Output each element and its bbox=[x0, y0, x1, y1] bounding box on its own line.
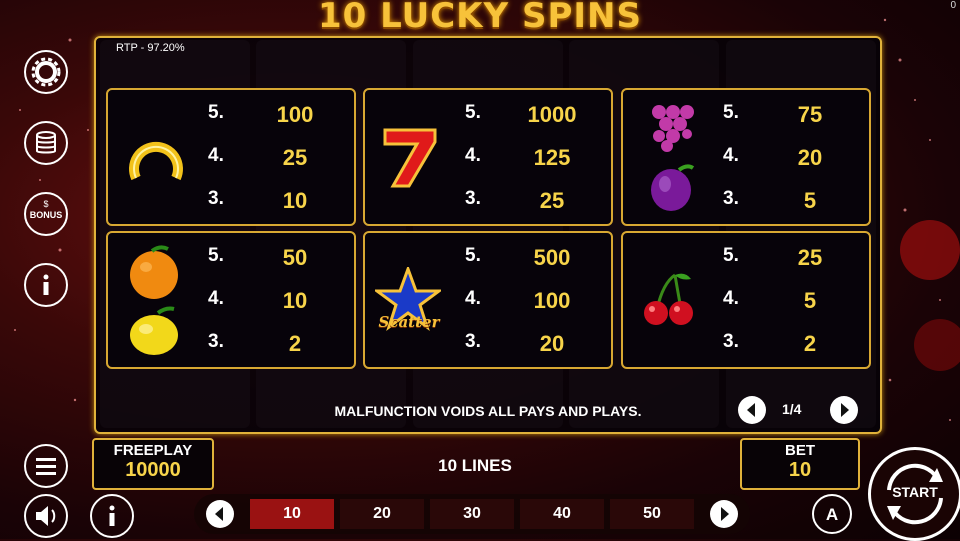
bet-option[interactable]: 10 bbox=[250, 499, 334, 529]
pay-value: 2 bbox=[803, 331, 817, 356]
menu-icon[interactable] bbox=[24, 444, 68, 488]
paytable-panel: RTP - 97.20% 5. 100 4. 25 3. 10 5. 1000 4. 12… bbox=[94, 36, 882, 434]
bet-option[interactable]: 30 bbox=[430, 499, 514, 529]
paytable-cell-seven: 5. 1000 4. 125 3. 25 bbox=[363, 88, 613, 226]
svg-text:$: $ bbox=[43, 199, 48, 209]
pay-count: 4. bbox=[208, 145, 224, 166]
sound-icon[interactable] bbox=[24, 494, 68, 538]
pay-count: 3. bbox=[723, 188, 739, 209]
prev-page-button[interactable] bbox=[738, 396, 766, 424]
corner-value: 0 bbox=[950, 0, 956, 11]
pay-value: 500 bbox=[533, 245, 571, 270]
pay-value: 25 bbox=[797, 245, 823, 270]
pay-count: 3. bbox=[208, 188, 224, 209]
game-title: 10 LUCKY SPINS bbox=[318, 0, 642, 36]
grapes-plum-icon bbox=[651, 105, 695, 211]
pay-value: 125 bbox=[533, 145, 571, 170]
bet-label: BET bbox=[785, 442, 815, 459]
bet-option[interactable]: 40 bbox=[520, 499, 604, 529]
pay-value: 20 bbox=[797, 145, 823, 170]
paytable-cell-horseshoe: 5. 100 4. 25 3. 10 bbox=[106, 88, 356, 226]
pay-value: 100 bbox=[533, 288, 571, 313]
bet-value: 10 bbox=[788, 459, 812, 481]
pay-count: 4. bbox=[208, 288, 224, 309]
next-page-button[interactable] bbox=[830, 396, 858, 424]
orange-lemon-icon bbox=[130, 245, 178, 355]
svg-text:A: A bbox=[826, 505, 838, 524]
horseshoe-icon bbox=[129, 141, 183, 181]
pay-value: 50 bbox=[282, 245, 308, 270]
freeplay-label: FREEPLAY bbox=[113, 442, 193, 459]
lines-label: 10 LINES bbox=[438, 456, 512, 475]
freeplay-value: 10000 bbox=[125, 459, 181, 481]
pay-value: 2 bbox=[288, 331, 302, 356]
pay-value: 5 bbox=[803, 188, 817, 213]
pay-count: 4. bbox=[723, 288, 739, 309]
pay-value: 5 bbox=[803, 288, 817, 313]
bonus-icon[interactable]: BONUS $ bbox=[24, 192, 68, 236]
rtp-label: RTP - 97.20% bbox=[116, 42, 185, 54]
pay-value: 1000 bbox=[527, 102, 577, 127]
bet-increase-button[interactable] bbox=[710, 500, 738, 528]
page-indicator: 1/4 bbox=[782, 401, 802, 417]
pay-value: 25 bbox=[539, 188, 565, 213]
pay-count: 3. bbox=[465, 188, 481, 209]
pay-count: 5. bbox=[208, 102, 224, 123]
coins-icon[interactable] bbox=[24, 121, 68, 165]
freeplay-box: FREEPLAY 10000 bbox=[92, 438, 214, 490]
pay-count: 5. bbox=[465, 102, 481, 123]
pay-count: 4. bbox=[723, 145, 739, 166]
pay-count: 3. bbox=[723, 331, 739, 352]
pay-value: 25 bbox=[282, 145, 308, 170]
autoplay-icon[interactable]: A bbox=[812, 494, 852, 534]
pay-count: 5. bbox=[723, 245, 739, 266]
pay-value: 20 bbox=[539, 331, 565, 356]
paytable-cell-cherries: 5. 25 4. 5 3. 2 bbox=[621, 231, 871, 369]
info-icon[interactable] bbox=[24, 263, 68, 307]
bet-decrease-button[interactable] bbox=[206, 500, 234, 528]
paytable-cell-scatter: Scatter 5. 500 4. 100 3. 20 bbox=[363, 231, 613, 369]
cherries-icon bbox=[644, 273, 693, 325]
info-icon[interactable] bbox=[90, 494, 134, 538]
pay-count: 3. bbox=[208, 331, 224, 352]
pay-count: 5. bbox=[723, 102, 739, 123]
svg-text:BONUS: BONUS bbox=[30, 210, 63, 220]
pay-value: 100 bbox=[276, 102, 314, 127]
gear-icon[interactable] bbox=[24, 50, 68, 94]
bet-box: BET 10 bbox=[740, 438, 860, 490]
start-button[interactable]: START bbox=[868, 447, 960, 541]
seven-icon bbox=[383, 128, 437, 188]
pay-count: 4. bbox=[465, 288, 481, 309]
bet-option[interactable]: 20 bbox=[340, 499, 424, 529]
start-label: START bbox=[892, 484, 938, 500]
pay-count: 5. bbox=[465, 245, 481, 266]
paytable-cell-orange-lemon: 5. 50 4. 10 3. 2 bbox=[106, 231, 356, 369]
pay-count: 3. bbox=[465, 331, 481, 352]
pay-value: 10 bbox=[282, 188, 308, 213]
scatter-label: Scatter bbox=[378, 313, 440, 331]
paytable-cell-grapes-plum: 5. 75 4. 20 3. 5 bbox=[621, 88, 871, 226]
bet-selector: 10 20 30 40 50 bbox=[194, 494, 750, 534]
pay-count: 4. bbox=[465, 145, 481, 166]
pay-value: 75 bbox=[797, 102, 823, 127]
bet-option[interactable]: 50 bbox=[610, 499, 694, 529]
pay-value: 10 bbox=[282, 288, 308, 313]
pay-count: 5. bbox=[208, 245, 224, 266]
